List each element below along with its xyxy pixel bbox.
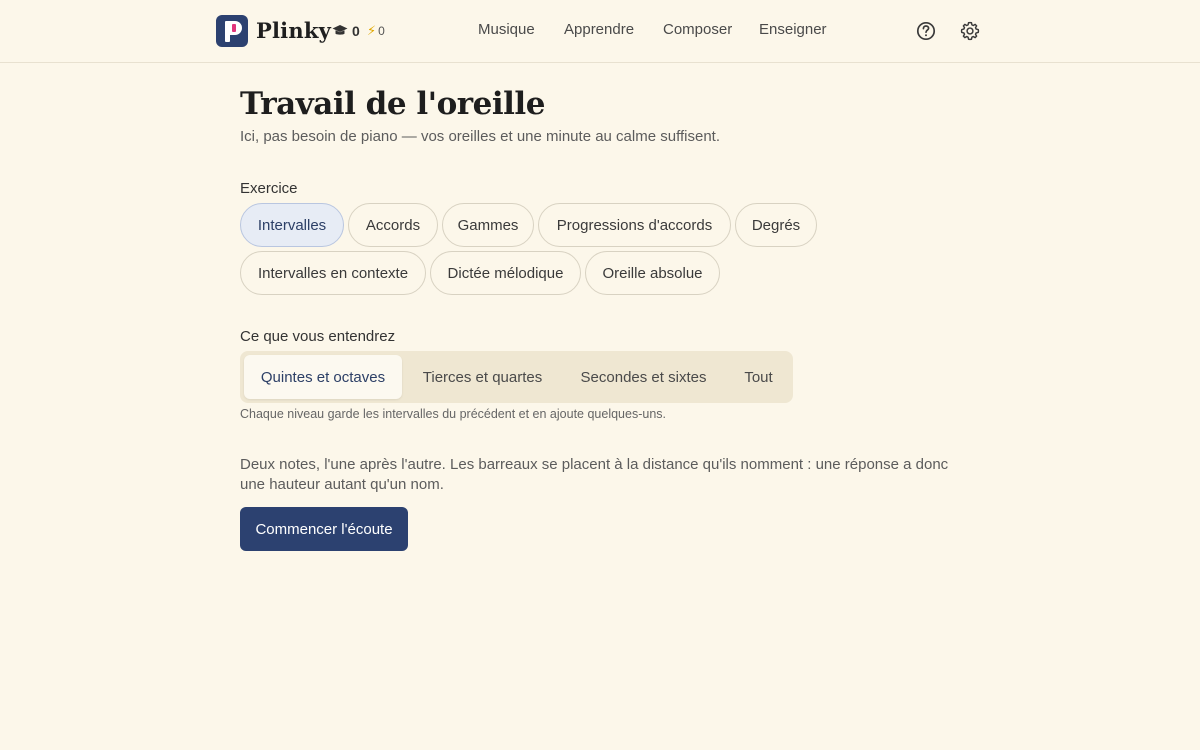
graduation-count: 0: [352, 23, 360, 39]
level-option-quintes-octaves[interactable]: Quintes et octaves: [244, 355, 402, 399]
help-button[interactable]: [915, 20, 937, 42]
nav-composer[interactable]: Composer: [663, 21, 732, 38]
graduation-cap-icon: [332, 25, 348, 35]
level-option-tierces-quartes[interactable]: Tierces et quartes: [406, 355, 559, 399]
help-circle-icon: [916, 21, 936, 41]
lightning-icon: ⚡: [367, 23, 377, 38]
energy-count: 0: [378, 24, 385, 38]
top-bar: Plinky 0 ⚡ 0 Musique Apprendre Composer …: [0, 0, 1200, 63]
exercise-chip-accords[interactable]: Accords: [348, 203, 438, 247]
level-hint: Chaque niveau garde les intervalles du p…: [240, 407, 666, 421]
level-option-tout[interactable]: Tout: [728, 355, 789, 399]
settings-button[interactable]: [959, 20, 981, 42]
nav-enseigner[interactable]: Enseigner: [759, 21, 827, 38]
page-title: Travail de l'oreille: [240, 86, 545, 122]
energy-stat: ⚡ 0: [367, 22, 385, 40]
level-label: Ce que vous entendrez: [240, 328, 396, 345]
exercise-chip-intervalles[interactable]: Intervalles: [240, 203, 344, 247]
exercise-description: Deux notes, l'une après l'autre. Les bar…: [240, 456, 949, 493]
nav-apprendre[interactable]: Apprendre: [564, 21, 634, 38]
page-subtitle: Ici, pas besoin de piano — vos oreilles …: [240, 128, 720, 145]
start-listening-button[interactable]: Commencer l'écoute: [240, 507, 408, 551]
exercise-chip-progressions[interactable]: Progressions d'accords: [538, 203, 731, 247]
exercise-chip-dictee-melodique[interactable]: Dictée mélodique: [430, 251, 581, 295]
exercise-chip-degres[interactable]: Degrés: [735, 203, 817, 247]
exercise-chip-intervalles-contexte[interactable]: Intervalles en contexte: [240, 251, 426, 295]
graduation-stat: 0: [332, 22, 360, 40]
exercise-chip-oreille-absolue[interactable]: Oreille absolue: [585, 251, 720, 295]
exercise-label: Exercice: [240, 180, 298, 197]
level-option-secondes-sixtes[interactable]: Secondes et sixtes: [563, 355, 724, 399]
plinky-logo-icon[interactable]: [216, 15, 248, 47]
level-segmented-control: Quintes et octaves Tierces et quartes Se…: [240, 351, 793, 403]
app-name[interactable]: Plinky: [256, 18, 331, 43]
gear-icon: [960, 21, 980, 41]
exercise-chip-gammes[interactable]: Gammes: [442, 203, 534, 247]
nav-musique[interactable]: Musique: [478, 21, 535, 38]
